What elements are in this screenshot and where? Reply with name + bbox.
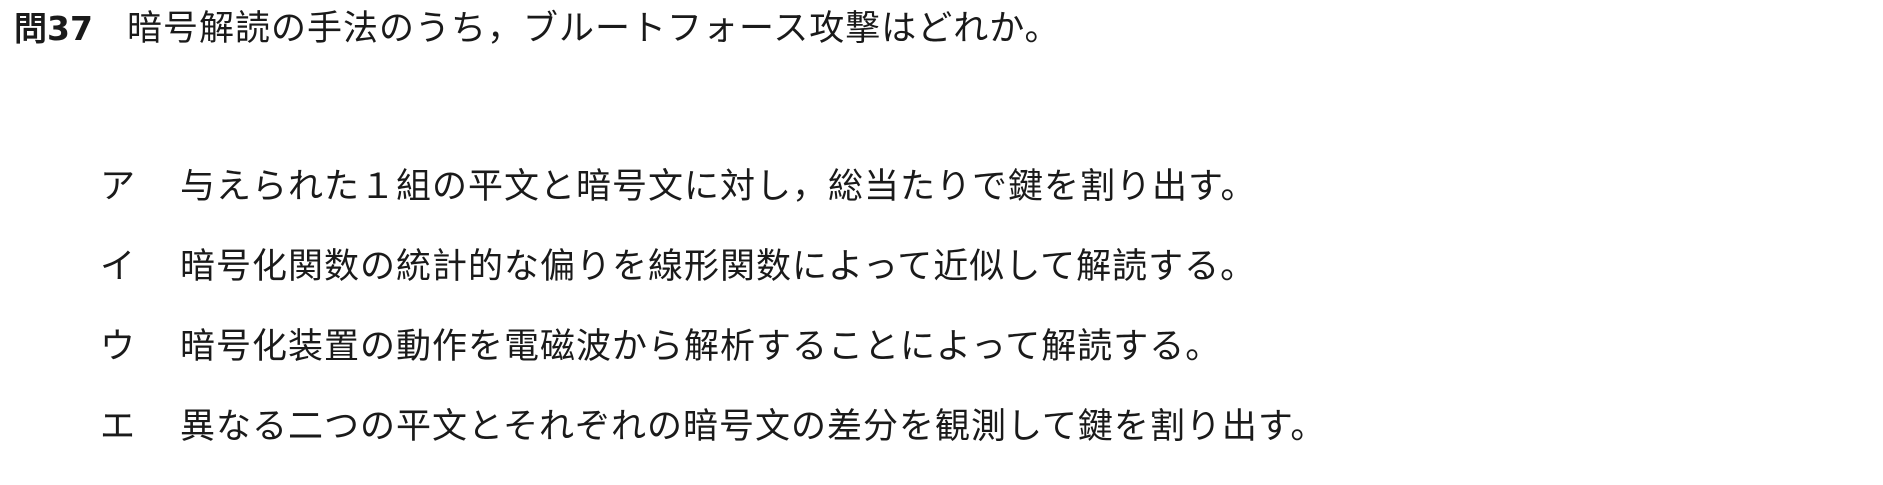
choice-label: イ — [100, 247, 136, 287]
choice-list: ア 与えられた１組の平文と暗号文に対し，総当たりで鍵を割り出す。 イ 暗号化関数… — [100, 158, 1326, 478]
choice-e: エ 異なる二つの平文とそれぞれの暗号文の差分を観測して鍵を割り出す。 — [100, 398, 1326, 478]
choice-i: イ 暗号化関数の統計的な偏りを線形関数によって近似して解読する。 — [100, 238, 1326, 318]
choice-label: エ — [100, 407, 136, 447]
choice-text: 暗号化関数の統計的な偏りを線形関数によって近似して解読する。 — [180, 247, 1257, 287]
question-text: 暗号解読の手法のうち，ブルートフォース攻撃はどれか。 — [126, 9, 1061, 49]
choice-text: 異なる二つの平文とそれぞれの暗号文の差分を観測して鍵を割り出す。 — [180, 407, 1327, 447]
choice-text: 暗号化装置の動作を電磁波から解析することによって解読する。 — [180, 327, 1222, 367]
question: 問37 暗号解読の手法のうち，ブルートフォース攻撃はどれか。 — [14, 6, 1061, 52]
question-number: 問37 — [14, 9, 93, 48]
choice-label: ア — [100, 167, 136, 207]
choice-label: ウ — [100, 327, 136, 367]
choice-a: ア 与えられた１組の平文と暗号文に対し，総当たりで鍵を割り出す。 — [100, 158, 1326, 238]
choice-text: 与えられた１組の平文と暗号文に対し，総当たりで鍵を割り出す。 — [180, 167, 1257, 207]
choice-u: ウ 暗号化装置の動作を電磁波から解析することによって解読する。 — [100, 318, 1326, 398]
